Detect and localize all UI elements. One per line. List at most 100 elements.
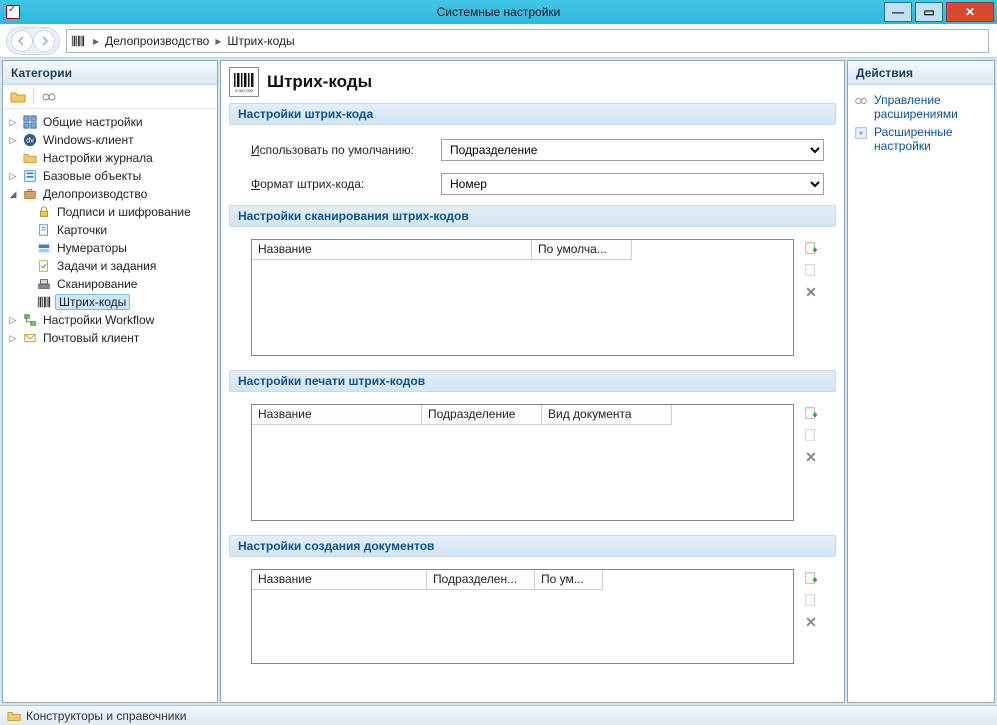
add-button[interactable] [802, 239, 820, 257]
delete-button[interactable]: ✕ [802, 613, 820, 631]
default-label: Использовать по умолчанию: [251, 143, 441, 157]
dv-icon: dv [22, 132, 38, 148]
nav-bar: ▸ Делопроизводство ▸ Штрих-коды [0, 24, 997, 58]
section-create: Настройки создания документов [229, 535, 836, 557]
create-grid-block: Название Подразделен... По ум... ✕ [251, 569, 824, 664]
svg-text:dv: dv [26, 138, 34, 145]
tree-label: Базовые объекты [41, 169, 143, 183]
maximize-button[interactable]: ▭ [915, 2, 943, 22]
chevron-right-icon: ▸ [89, 34, 103, 48]
tree-item-journal[interactable]: Настройки журнала [3, 149, 217, 167]
col-division[interactable]: Подразделение [422, 405, 542, 425]
document-icon [36, 222, 52, 238]
action-manage-extensions[interactable]: Управление расширениями [854, 91, 988, 123]
categories-tree: ▷ Общие настройки ▷ dv Windows-клиент На… [3, 109, 217, 702]
tree-item-general[interactable]: ▷ Общие настройки [3, 113, 217, 131]
tree-label: Делопроизводство [41, 187, 149, 201]
section-print: Настройки печати штрих-кодов [229, 370, 836, 392]
categories-panel: Категории ▷ Общие настройки ▷ dv Windows… [2, 60, 218, 703]
delete-button[interactable]: ✕ [802, 448, 820, 466]
col-name[interactable]: Название [252, 405, 422, 425]
col-doctype[interactable]: Вид документа [542, 405, 672, 425]
grid-icon [22, 114, 38, 130]
col-default[interactable]: По умолча... [532, 240, 632, 260]
scan-grid-block: Название По умолча... ✕ [251, 239, 824, 356]
window-controls: — ▭ ✕ [884, 2, 994, 22]
expander-icon[interactable]: ▷ [7, 171, 19, 182]
col-name[interactable]: Название [252, 570, 427, 590]
folder-icon[interactable] [7, 87, 29, 107]
tree-item-scanning[interactable]: Сканирование [3, 275, 217, 293]
tree-label: Карточки [55, 223, 109, 237]
add-button[interactable] [802, 569, 820, 587]
task-icon [36, 258, 52, 274]
create-grid[interactable]: Название Подразделен... По ум... [251, 569, 794, 664]
scanner-icon [36, 276, 52, 292]
edit-button[interactable] [802, 591, 820, 609]
gear-icon [854, 125, 868, 141]
format-select[interactable]: Номер [441, 173, 824, 195]
breadcrumb-item-docflow[interactable]: Делопроизводство [103, 34, 211, 48]
add-button[interactable] [802, 404, 820, 422]
status-text: Конструкторы и справочники [26, 709, 186, 723]
col-division[interactable]: Подразделен... [427, 570, 535, 590]
expander-icon[interactable]: ▷ [7, 315, 19, 326]
tree-label: Штрих-коды [55, 294, 130, 310]
counter-icon [36, 240, 52, 256]
close-button[interactable]: ✕ [946, 2, 994, 22]
minimize-button[interactable]: — [884, 2, 912, 22]
expander-icon[interactable]: ▷ [7, 117, 19, 128]
page-title: Штрих-коды [267, 72, 372, 92]
chevron-right-icon: ▸ [211, 34, 225, 48]
tree-label: Настройки журнала [41, 151, 155, 165]
client-area: Категории ▷ Общие настройки ▷ dv Windows… [0, 58, 997, 705]
tree-item-signatures[interactable]: Подписи и шифрование [3, 203, 217, 221]
section-scan: Настройки сканирования штрих-кодов [229, 205, 836, 227]
col-name[interactable]: Название [252, 240, 532, 260]
scan-grid[interactable]: Название По умолча... [251, 239, 794, 356]
tree-label: Windows-клиент [41, 133, 136, 147]
tree-label: Почтовый клиент [41, 331, 141, 345]
print-grid-block: Название Подразделение Вид документа ✕ [251, 404, 824, 521]
action-advanced-settings[interactable]: Расширенные настройки [854, 123, 988, 155]
tree-item-workflow[interactable]: ▷ Настройки Workflow [3, 311, 217, 329]
breadcrumb[interactable]: ▸ Делопроизводство ▸ Штрих-коды [66, 29, 989, 53]
tree-label: Сканирование [55, 277, 139, 291]
tree-item-windows-client[interactable]: ▷ dv Windows-клиент [3, 131, 217, 149]
tree-item-tasks[interactable]: Задачи и задания [3, 257, 217, 275]
nav-back-button[interactable] [11, 30, 33, 52]
mail-icon [22, 330, 38, 346]
expander-expanded-icon[interactable]: ◢ [7, 189, 19, 200]
lock-icon [36, 204, 52, 220]
section-barcode-settings: Настройки штрих-кода [229, 103, 836, 125]
folder-icon [22, 150, 38, 166]
tree-item-numerators[interactable]: Нумераторы [3, 239, 217, 257]
action-label: Управление расширениями [874, 93, 988, 121]
briefcase-icon [22, 186, 38, 202]
categories-toolbar [3, 85, 217, 109]
tree-item-base-objects[interactable]: ▷ Базовые объекты [3, 167, 217, 185]
barcode-icon [70, 33, 86, 49]
app-icon [6, 5, 20, 19]
expander-icon[interactable]: ▷ [7, 135, 19, 146]
delete-button[interactable]: ✕ [802, 283, 820, 301]
edit-button[interactable] [802, 426, 820, 444]
categories-header: Категории [3, 61, 217, 85]
folder-icon [6, 708, 22, 724]
link-icon[interactable] [38, 87, 60, 107]
default-select[interactable]: Подразделение [441, 139, 824, 161]
row-format: Формат штрих-кода: Номер [251, 173, 824, 195]
tree-item-barcodes[interactable]: Штрих-коды [3, 293, 217, 311]
tree-item-docflow[interactable]: ◢ Делопроизводство [3, 185, 217, 203]
edit-button[interactable] [802, 261, 820, 279]
tree-item-cards[interactable]: Карточки [3, 221, 217, 239]
format-label: Формат штрих-кода: [251, 177, 441, 191]
nav-forward-button[interactable] [33, 30, 55, 52]
tree-item-mail[interactable]: ▷ Почтовый клиент [3, 329, 217, 347]
expander-icon[interactable]: ▷ [7, 333, 19, 344]
breadcrumb-item-barcodes[interactable]: Штрих-коды [225, 34, 296, 48]
col-default[interactable]: По ум... [535, 570, 603, 590]
print-grid[interactable]: Название Подразделение Вид документа [251, 404, 794, 521]
tree-label: Задачи и задания [55, 259, 158, 273]
barcode-icon: 0 001 000 [229, 67, 259, 97]
